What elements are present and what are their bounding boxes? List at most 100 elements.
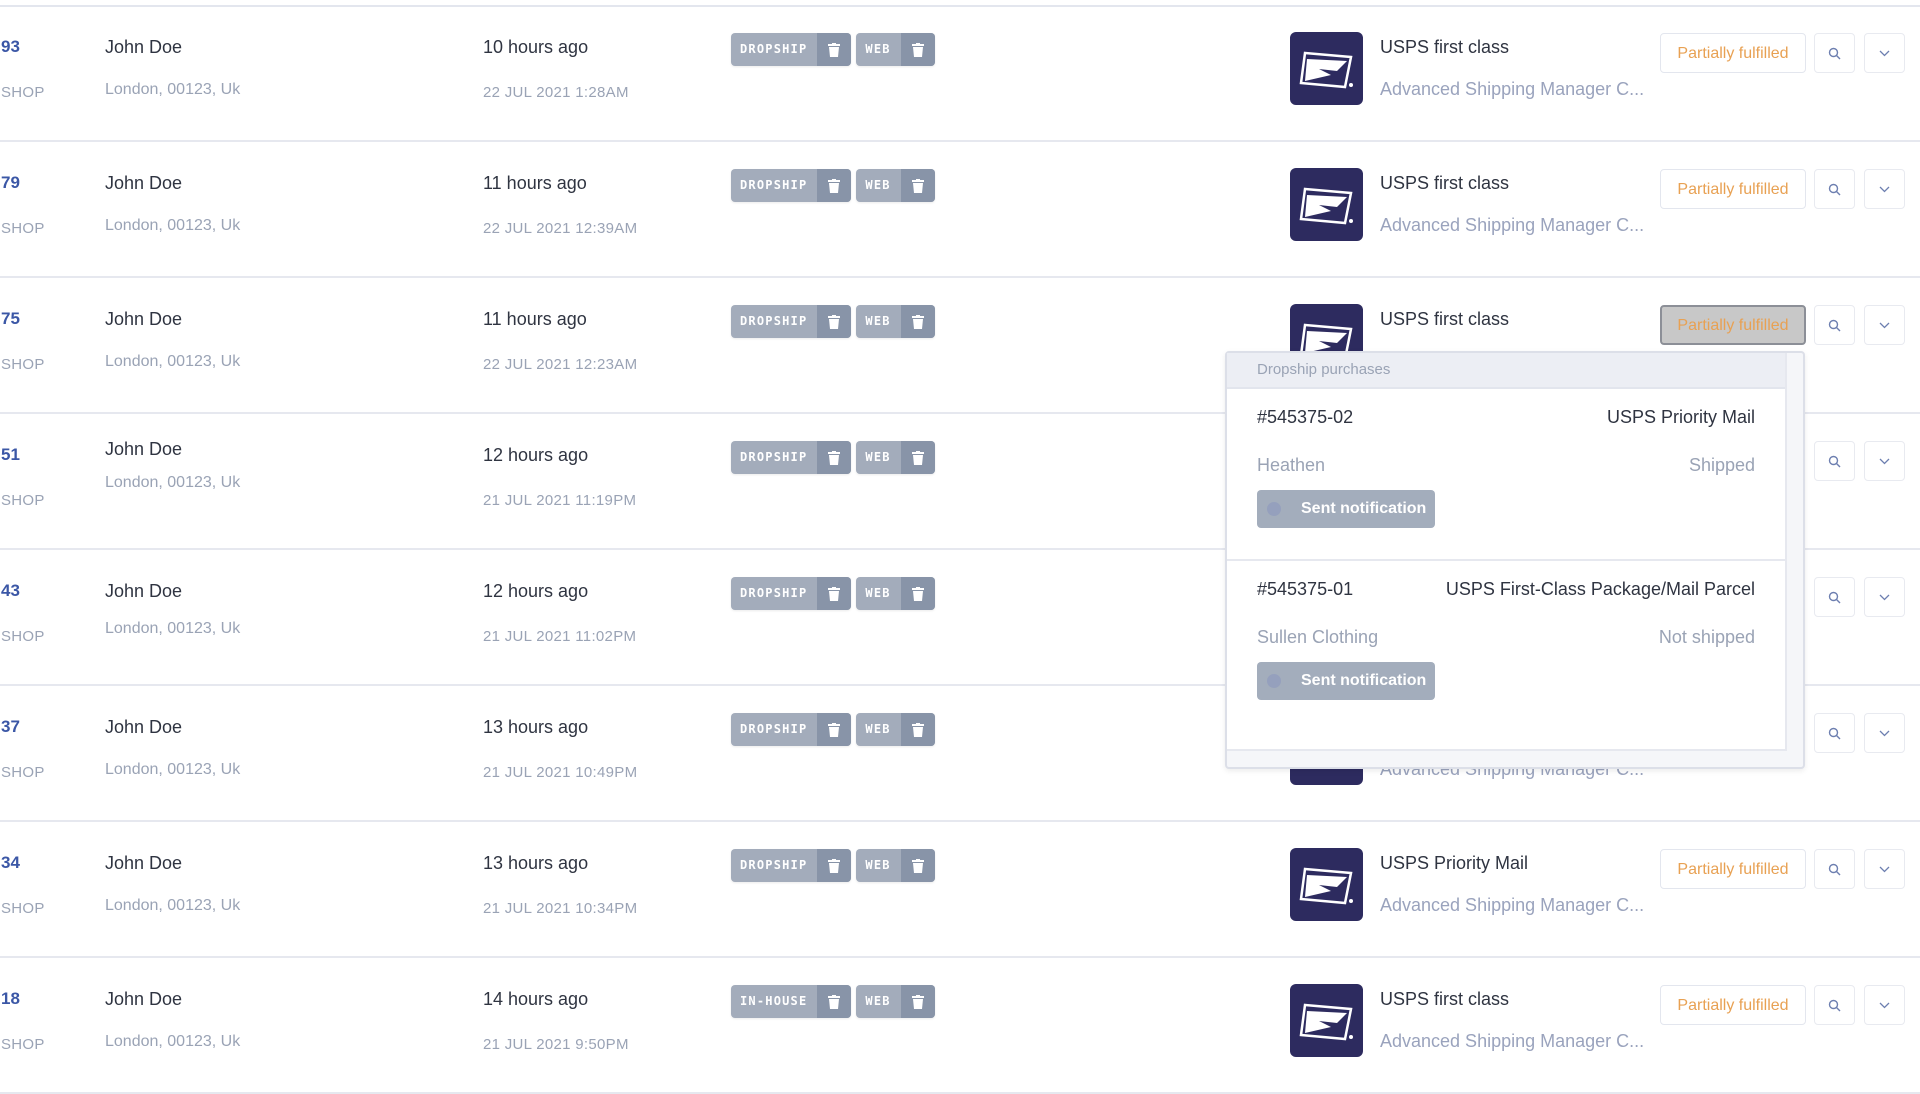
view-order-button[interactable]	[1814, 441, 1855, 481]
order-id-link[interactable]: 51	[1, 445, 20, 465]
remove-tag-button[interactable]	[900, 305, 935, 338]
fulfillment-status-button[interactable]: Partially fulfilled	[1660, 985, 1806, 1025]
search-icon	[1828, 999, 1841, 1011]
tag-label: WEB	[865, 42, 891, 56]
order-id-link[interactable]: 34	[1, 853, 20, 873]
order-time-relative: 12 hours ago	[483, 445, 589, 465]
usps-eagle-icon	[1299, 1003, 1353, 1040]
order-time-absolute: 22 JUL 2021 12:39AM	[483, 220, 638, 237]
tag: DROPSHIP	[731, 577, 852, 610]
view-order-button[interactable]	[1814, 33, 1855, 73]
order-time-absolute: 21 JUL 2021 10:49PM	[483, 764, 638, 781]
order-time-relative: 14 hours ago	[483, 989, 589, 1009]
tag-label: DROPSHIP	[740, 586, 808, 600]
trash-icon	[911, 858, 924, 873]
remove-tag-button[interactable]	[900, 713, 935, 746]
chevron-down-icon	[1879, 866, 1890, 872]
tag-label: DROPSHIP	[740, 314, 808, 328]
customer-name: John Doe	[105, 173, 183, 193]
table-row[interactable]: 34 SHOP John Doe London, 00123, Uk 13 ho…	[0, 822, 1920, 958]
expand-row-button[interactable]	[1864, 577, 1905, 617]
tag-label: DROPSHIP	[740, 450, 808, 464]
tag: DROPSHIP	[731, 33, 852, 66]
expand-row-button[interactable]	[1864, 713, 1905, 753]
customer-address: London, 00123, Uk	[105, 217, 241, 234]
view-order-button[interactable]	[1814, 169, 1855, 209]
remove-tag-button[interactable]	[900, 441, 935, 474]
purchase-vendor: Heathen	[1257, 455, 1326, 475]
trash-icon	[828, 178, 841, 193]
fulfillment-status-button[interactable]: Partially fulfilled	[1660, 169, 1806, 209]
tag-label: IN-HOUSE	[740, 994, 808, 1008]
view-order-button[interactable]	[1814, 577, 1855, 617]
customer-name: John Doe	[105, 37, 183, 57]
remove-tag-button[interactable]	[817, 713, 852, 746]
expand-row-button[interactable]	[1864, 849, 1905, 889]
search-icon	[1828, 591, 1841, 603]
purchase-carrier: USPS Priority Mail	[1606, 407, 1755, 427]
table-row[interactable]: 79 SHOP John Doe London, 00123, Uk 11 ho…	[0, 142, 1920, 278]
sent-notification-button[interactable]: Sent notification	[1257, 490, 1435, 528]
tag: WEB	[856, 441, 935, 474]
order-id-link[interactable]: 75	[1, 309, 20, 329]
fulfillment-status-button[interactable]: Partially fulfilled	[1660, 33, 1806, 73]
order-id-link[interactable]: 18	[1, 989, 20, 1009]
trash-icon	[911, 314, 924, 329]
tag-label: DROPSHIP	[740, 722, 808, 736]
trash-icon	[911, 722, 924, 737]
fulfillment-status-button[interactable]: Partially fulfilled	[1660, 305, 1806, 345]
remove-tag-button[interactable]	[817, 33, 852, 66]
check-circle-icon	[1267, 674, 1281, 688]
remove-tag-button[interactable]	[817, 441, 852, 474]
remove-tag-button[interactable]	[817, 985, 852, 1018]
tag: WEB	[856, 305, 935, 338]
remove-tag-button[interactable]	[817, 577, 852, 610]
sent-notification-button[interactable]: Sent notification	[1257, 662, 1435, 700]
remove-tag-button[interactable]	[817, 849, 852, 882]
order-id-link[interactable]: 79	[1, 173, 20, 193]
trash-icon	[828, 42, 841, 57]
order-id-link[interactable]: 93	[1, 37, 20, 57]
order-source: SHOP	[1, 84, 45, 101]
expand-row-button[interactable]	[1864, 305, 1905, 345]
expand-row-button[interactable]	[1864, 33, 1905, 73]
remove-tag-button[interactable]	[900, 169, 935, 202]
trash-icon	[911, 178, 924, 193]
expand-row-button[interactable]	[1864, 441, 1905, 481]
remove-tag-button[interactable]	[817, 305, 852, 338]
purchase-item: #545375-01 USPS First-Class Package/Mail…	[1227, 561, 1785, 731]
view-order-button[interactable]	[1814, 985, 1855, 1025]
remove-tag-button[interactable]	[900, 577, 935, 610]
sent-notification-label: Sent notification	[1301, 672, 1427, 689]
table-row[interactable]: 18 SHOP John Doe London, 00123, Uk 14 ho…	[0, 958, 1920, 1094]
remove-tag-button[interactable]	[900, 33, 935, 66]
chevron-down-icon	[1879, 594, 1890, 600]
fulfillment-status-button[interactable]: Partially fulfilled	[1660, 849, 1806, 889]
tag: WEB	[856, 985, 935, 1018]
view-order-button[interactable]	[1814, 713, 1855, 753]
order-id-link[interactable]: 37	[1, 717, 20, 737]
order-id-link[interactable]: 43	[1, 581, 20, 601]
tag: WEB	[856, 849, 935, 882]
remove-tag-button[interactable]	[900, 985, 935, 1018]
tag: WEB	[856, 33, 935, 66]
popover-content: Dropship purchases #545375-02 USPS Prior…	[1227, 353, 1787, 751]
table-row[interactable]: 93 SHOP John Doe London, 00123, Uk 10 ho…	[0, 6, 1920, 142]
search-icon	[1828, 47, 1841, 59]
order-time-relative: 11 hours ago	[483, 173, 587, 193]
chevron-down-icon	[1879, 322, 1890, 328]
view-order-button[interactable]	[1814, 849, 1855, 889]
shipping-app-name: Advanced Shipping Manager C...	[1380, 1031, 1645, 1051]
expand-row-button[interactable]	[1864, 169, 1905, 209]
view-order-button[interactable]	[1814, 305, 1855, 345]
remove-tag-button[interactable]	[900, 849, 935, 882]
trash-icon	[828, 858, 841, 873]
shipping-app-name: Advanced Shipping Manager C...	[1380, 79, 1645, 99]
expand-row-button[interactable]	[1864, 985, 1905, 1025]
order-time-absolute: 21 JUL 2021 10:34PM	[483, 900, 638, 917]
search-icon	[1828, 183, 1841, 195]
remove-tag-button[interactable]	[817, 169, 852, 202]
order-time-relative: 12 hours ago	[483, 581, 589, 601]
order-source: SHOP	[1, 356, 45, 373]
shipping-app-name: Advanced Shipping Manager C...	[1380, 215, 1645, 235]
